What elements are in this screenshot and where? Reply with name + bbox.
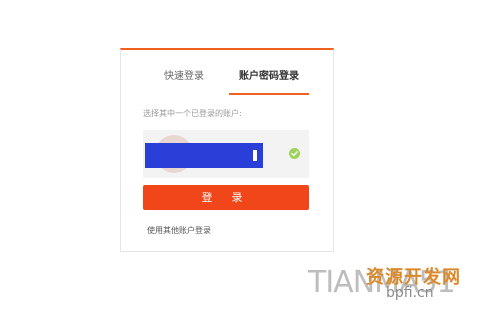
login-card: 快速登录 账户密码登录 选择其中一个已登录的账户: 登 录 使用其他账户登录 xyxy=(120,48,334,252)
watermark-site-text: bpfi.cn xyxy=(386,285,434,301)
select-account-hint: 选择其中一个已登录的账户: xyxy=(143,109,242,118)
tab-account-password-login[interactable]: 账户密码登录 xyxy=(229,62,309,92)
check-circle-icon xyxy=(289,148,300,159)
use-other-account-link[interactable]: 使用其他账户登录 xyxy=(147,225,211,236)
active-tab-indicator xyxy=(229,93,309,95)
login-tabs: 快速登录 账户密码登录 xyxy=(121,62,333,96)
page: 快速登录 账户密码登录 选择其中一个已登录的账户: 登 录 使用其他账户登录 T… xyxy=(0,0,480,321)
site-watermark: TIANMA51 资源开发网 bpfi.cn xyxy=(308,265,468,305)
login-button[interactable]: 登 录 xyxy=(143,185,309,210)
redaction-mark xyxy=(253,150,257,161)
account-name-redacted xyxy=(145,143,263,168)
tab-quick-login[interactable]: 快速登录 xyxy=(145,62,223,92)
logged-in-account-item[interactable] xyxy=(143,130,309,178)
